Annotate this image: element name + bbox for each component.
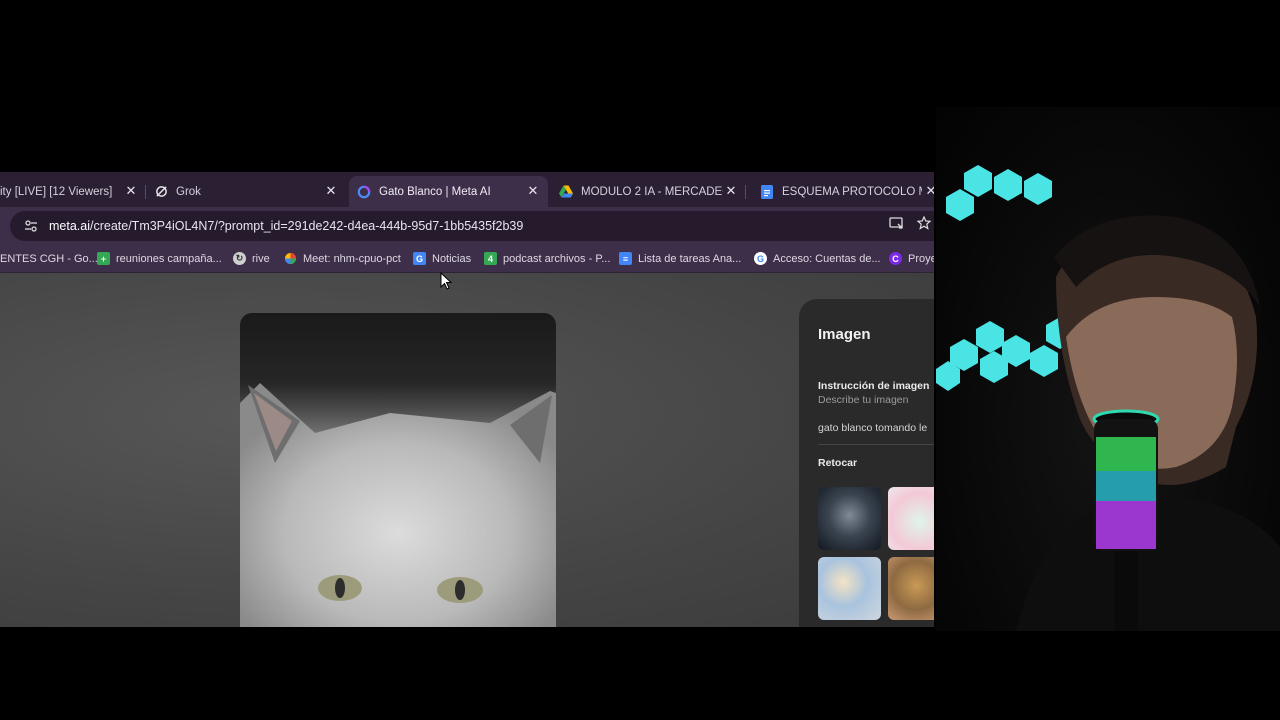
bookmark-label: Noticias (432, 252, 472, 265)
tab-strip: ity [LIVE] [12 Viewers] ✕ Grok ✕ Gato Bl… (0, 172, 934, 207)
tab-label: MODULO 2 IA - MERCADEO C (581, 185, 723, 198)
bookmark-label: reuniones campaña... (116, 252, 222, 265)
bookmark-label: podcast archivos - P... (503, 252, 611, 265)
bookmark-podcast[interactable]: 4 podcast archivos - P... (484, 250, 610, 267)
close-icon[interactable]: ✕ (526, 183, 540, 199)
instruction-hint: Describe tu imagen (818, 394, 909, 406)
url-text: meta.ai/create/Tm3P4iOL4N7/?prompt_id=29… (49, 219, 523, 233)
google-drive-icon (559, 185, 573, 199)
close-icon[interactable]: ✕ (724, 183, 738, 199)
address-bar[interactable]: meta.ai/create/Tm3P4iOL4N7/?prompt_id=29… (10, 211, 934, 241)
tab-live-stream[interactable]: ity [LIVE] [12 Viewers] ✕ (0, 176, 146, 207)
tab-separator (745, 185, 746, 199)
cast-icon[interactable] (888, 215, 904, 231)
panel-title: Imagen (818, 326, 871, 343)
generated-cat-image[interactable] (240, 313, 556, 627)
retouch-label: Retocar (818, 457, 858, 469)
sheets-icon: 4 (484, 252, 497, 265)
google-meet-icon (284, 252, 297, 265)
close-icon[interactable]: ✕ (124, 183, 138, 199)
bookmark-label: Proye (908, 252, 934, 265)
bookmarks-bar: ENTES CGH - Go... + reuniones campaña...… (0, 245, 934, 273)
image-panel: Imagen Instrucción de imagen Describe tu… (799, 299, 934, 627)
webcam-overlay (936, 107, 1280, 631)
bookmark-reuniones[interactable]: + reuniones campaña... (97, 250, 222, 267)
instruction-label: Instrucción de imagen (818, 380, 930, 392)
mouse-cursor-icon (440, 272, 452, 290)
style-thumbnail-cute-character[interactable] (888, 487, 934, 550)
bookmark-label: Acceso: Cuentas de... (773, 252, 881, 265)
bookmark-acceso-cuentas[interactable]: G Acceso: Cuentas de... (754, 250, 881, 267)
bookmark-noticias[interactable]: G Noticias (413, 250, 471, 267)
address-actions (888, 215, 934, 231)
bookmark-label: ENTES CGH - Go... (0, 252, 98, 265)
meta-ai-icon (357, 185, 371, 199)
tab-meta-ai-active[interactable]: Gato Blanco | Meta AI ✕ (349, 176, 548, 207)
instruction-input[interactable]: gato blanco tomando le (818, 422, 927, 434)
hexagon-lights-bottom (936, 317, 1074, 391)
google-docs-icon: ≡ (619, 252, 632, 265)
divider (818, 444, 934, 445)
bookmark-meet[interactable]: Meet: nhm-cpuo-pct (284, 250, 401, 267)
google-icon: G (754, 252, 767, 265)
close-icon[interactable]: ✕ (324, 183, 338, 199)
page-content: Imagen Instrucción de imagen Describe tu… (0, 273, 934, 627)
rive-icon: ↻ (233, 252, 246, 265)
bookmark-lista-tareas[interactable]: ≡ Lista de tareas Ana... (619, 250, 741, 267)
tab-label: Grok (176, 185, 201, 198)
sheets-icon: + (97, 252, 110, 265)
style-thumbnail-robot-sphere[interactable] (818, 487, 881, 550)
url-host: meta.ai (49, 219, 90, 233)
style-thumbnail-textured-sphere[interactable] (888, 557, 934, 620)
style-thumbnail-pastel-sphere[interactable] (818, 557, 881, 620)
bookmark-label: Meet: nhm-cpuo-pct (303, 252, 401, 265)
bookmark-label: rive (252, 252, 270, 265)
site-settings-icon[interactable] (24, 219, 38, 233)
bookmark-star-icon[interactable] (916, 215, 932, 231)
bookmark-entes-cgh[interactable]: ENTES CGH - Go... (0, 250, 98, 267)
bookmark-proye[interactable]: C Proye (889, 250, 934, 267)
bookmark-label: Lista de tareas Ana... (638, 252, 742, 265)
canva-icon: C (889, 252, 902, 265)
bookmark-rive[interactable]: ↻ rive (233, 250, 270, 267)
tab-drive-modulo[interactable]: MODULO 2 IA - MERCADEO C ✕ (551, 176, 746, 207)
hexagon-lights-top (946, 165, 1052, 221)
google-docs-icon (760, 184, 774, 199)
tab-grok[interactable]: Grok ✕ (146, 176, 346, 207)
close-icon[interactable]: ✕ (924, 183, 934, 199)
tab-docs-esquema[interactable]: ESQUEMA PROTOCOLO MIA D ✕ (752, 176, 934, 207)
browser-window: ity [LIVE] [12 Viewers] ✕ Grok ✕ Gato Bl… (0, 172, 934, 627)
grok-icon (154, 185, 168, 199)
tab-label: ESQUEMA PROTOCOLO MIA D (782, 185, 922, 198)
toolbar: meta.ai/create/Tm3P4iOL4N7/?prompt_id=29… (0, 207, 934, 245)
google-news-icon: G (413, 252, 426, 265)
url-path: /create/Tm3P4iOL4N7/?prompt_id=291de242-… (90, 219, 524, 233)
tab-label: Gato Blanco | Meta AI (379, 185, 491, 198)
